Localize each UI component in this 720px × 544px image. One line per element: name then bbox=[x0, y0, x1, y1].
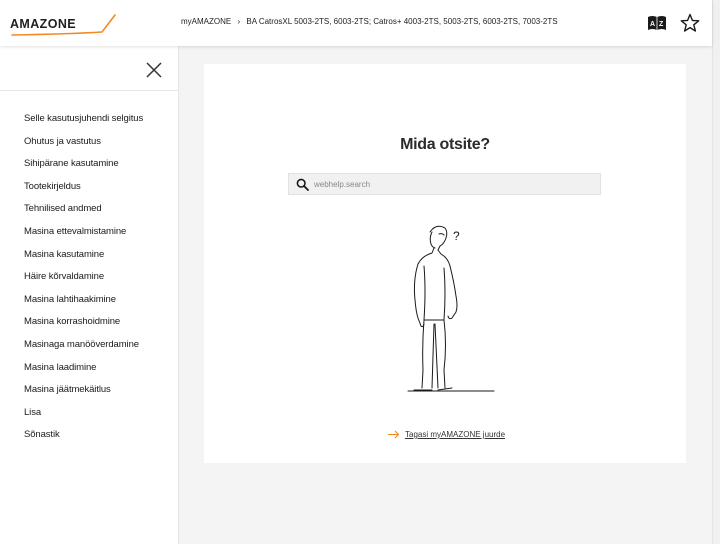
breadcrumb: myAMAZONE › BA CatrosXL 5003-2TS, 6003-2… bbox=[181, 17, 558, 26]
dictionary-icon[interactable]: A Z bbox=[647, 13, 667, 33]
main-area: Mida otsite? webhelp.search ? Tagasi myA… bbox=[179, 46, 712, 544]
question-mark: ? bbox=[453, 229, 460, 243]
search-box bbox=[288, 173, 601, 195]
sidebar-item-masina-kasutamine[interactable]: Masina kasutamine bbox=[0, 244, 178, 267]
svg-text:Z: Z bbox=[659, 21, 664, 28]
page-scrollbar[interactable] bbox=[712, 0, 720, 544]
close-icon[interactable] bbox=[144, 60, 164, 80]
breadcrumb-root[interactable]: myAMAZONE bbox=[181, 17, 231, 26]
sidebar-item-tehnilised-andmed[interactable]: Tehnilised andmed bbox=[0, 198, 178, 221]
sidebar-item-masinaga-manooverdamine[interactable]: Masinaga manööverdamine bbox=[0, 334, 178, 357]
search-input[interactable] bbox=[314, 174, 594, 194]
page-title: Mida otsite? bbox=[400, 136, 490, 153]
sidebar-divider bbox=[0, 90, 178, 91]
breadcrumb-current: BA CatrosXL 5003-2TS, 6003-2TS; Catros+ … bbox=[246, 17, 558, 26]
sidebar-item-sonastik[interactable]: Sõnastik bbox=[0, 424, 178, 447]
sidebar-nav: Selle kasutusjuhendi selgitus Ohutus ja … bbox=[0, 108, 178, 447]
top-header: AMAZONE myAMAZONE › BA CatrosXL 5003-2TS… bbox=[0, 0, 712, 46]
back-link-label: Tagasi myAMAZONE juurde bbox=[405, 430, 506, 439]
star-icon[interactable] bbox=[680, 13, 700, 33]
search-card: Mida otsite? webhelp.search ? Tagasi myA… bbox=[204, 64, 686, 463]
svg-text:A: A bbox=[650, 21, 655, 28]
arrow-right-icon bbox=[388, 430, 400, 439]
back-to-myamazone-link[interactable]: Tagasi myAMAZONE juurde bbox=[387, 430, 505, 439]
breadcrumb-separator: › bbox=[237, 17, 241, 26]
sidebar-item-sihiparane-kasutamine[interactable]: Sihipärane kasutamine bbox=[0, 153, 178, 176]
thinking-person-illustration: ? bbox=[407, 225, 495, 392]
sidebar-item-masina-korrashoidmine[interactable]: Masina korrashoidmine bbox=[0, 311, 178, 334]
sidebar-item-tootekirjeldus[interactable]: Tootekirjeldus bbox=[0, 176, 178, 199]
sidebar-item-masina-ettevalmistamine[interactable]: Masina ettevalmistamine bbox=[0, 221, 178, 244]
sidebar-item-masina-lahtihaakimine[interactable]: Masina lahtihaakimine bbox=[0, 289, 178, 312]
search-icon[interactable] bbox=[296, 178, 309, 191]
sidebar-item-lisa[interactable]: Lisa bbox=[0, 402, 178, 425]
sidebar: Selle kasutusjuhendi selgitus Ohutus ja … bbox=[0, 46, 179, 544]
logo-swoosh-icon bbox=[11, 14, 116, 36]
sidebar-item-ohutus-ja-vastutus[interactable]: Ohutus ja vastutus bbox=[0, 131, 178, 154]
sidebar-item-masina-jaatmekaitlus[interactable]: Masina jäätmekäitlus bbox=[0, 379, 178, 402]
sidebar-item-masina-laadimine[interactable]: Masina laadimine bbox=[0, 357, 178, 380]
sidebar-item-selle-kasutusjuhendi-selgitus[interactable]: Selle kasutusjuhendi selgitus bbox=[0, 108, 178, 131]
amazone-logo[interactable]: AMAZONE bbox=[10, 12, 116, 38]
sidebar-item-haire-korvaldamine[interactable]: Häire kõrvaldamine bbox=[0, 266, 178, 289]
